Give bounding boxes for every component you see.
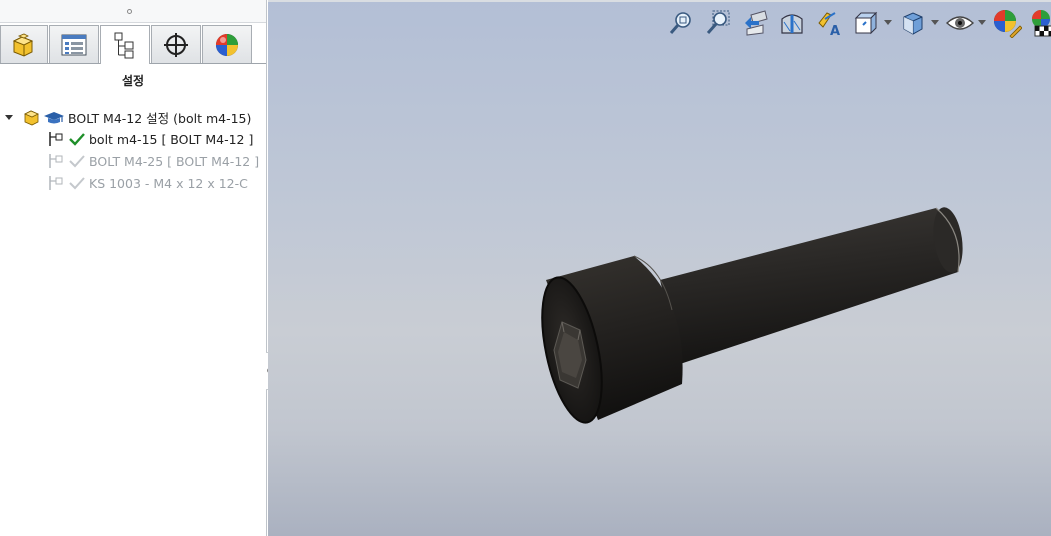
panel-title: 설정: [121, 74, 145, 88]
configuration-icon: [47, 175, 65, 191]
inactive-check-icon: [69, 154, 85, 168]
tree-item-label: bolt m4-15 [ BOLT M4-12 ]: [89, 131, 254, 147]
zoom-fit-icon: [669, 12, 691, 34]
tab-dimxpert-manager[interactable]: [151, 25, 201, 63]
section-view-button[interactable]: [775, 6, 809, 40]
previous-view-button[interactable]: [738, 6, 772, 40]
chevron-down-icon: [978, 20, 986, 25]
collapse-arrow-icon[interactable]: [4, 112, 14, 122]
tree-item-label: KS 1003 - M4 x 12 x 12-C: [89, 175, 248, 191]
eye-icon: [945, 16, 975, 30]
part-icon: [12, 33, 34, 57]
apply-scene-button[interactable]: [1027, 6, 1051, 40]
zoom-area-icon: [706, 10, 730, 34]
annotation-view-icon: A: [818, 12, 840, 37]
dynamic-annotation-views-button[interactable]: A: [812, 6, 846, 40]
previous-view-icon: [745, 10, 768, 36]
active-check-icon: [69, 132, 85, 146]
zoom-to-area-button[interactable]: [701, 6, 735, 40]
tab-configuration-manager[interactable]: [100, 25, 150, 64]
crosshair-icon: [164, 32, 188, 57]
part-config-icon: [22, 108, 64, 126]
scene-icon: [1032, 10, 1051, 37]
tree-item-bolt-m4-25[interactable]: BOLT M4-25 [ BOLT M4-12 ]: [47, 151, 259, 171]
zoom-to-fit-button[interactable]: [664, 6, 698, 40]
manager-tabs: [0, 25, 266, 64]
tab-display-manager[interactable]: [202, 25, 252, 63]
tree-root-label: BOLT M4-12 설정 (bolt m4-15): [68, 110, 252, 126]
bolt-model[interactable]: [268, 0, 1051, 536]
inactive-check-icon: [69, 176, 85, 190]
hide-show-items-button[interactable]: [943, 6, 977, 40]
configuration-tree-icon: [114, 32, 134, 59]
view-orientation-button[interactable]: [849, 6, 883, 40]
heads-up-view-toolbar: A: [661, 6, 1051, 40]
configuration-icon: [47, 153, 65, 169]
view-orientation-icon: [854, 11, 878, 35]
display-style-button[interactable]: [896, 6, 930, 40]
edit-appearance-icon: [994, 10, 1022, 38]
tree-item-label: BOLT M4-25 [ BOLT M4-12 ]: [89, 153, 260, 169]
display-style-dropdown[interactable]: [930, 6, 940, 40]
graphics-viewport[interactable]: [268, 0, 1051, 536]
edit-appearance-button[interactable]: [990, 6, 1024, 40]
tree-item-ks-1003[interactable]: KS 1003 - M4 x 12 x 12-C: [47, 173, 248, 193]
tree-root[interactable]: BOLT M4-12 설정 (bolt m4-15): [22, 107, 251, 127]
panel-grip[interactable]: [0, 0, 266, 23]
display-style-icon: [903, 12, 923, 35]
section-view-icon: [781, 14, 803, 34]
tab-feature-manager[interactable]: [0, 25, 48, 63]
viewport-top-border: [268, 0, 1051, 2]
view-orientation-dropdown[interactable]: [883, 6, 893, 40]
configuration-icon: [47, 131, 65, 147]
hide-show-items-dropdown[interactable]: [977, 6, 987, 40]
property-list-icon: [61, 34, 87, 55]
tree-item-bolt-m4-15[interactable]: bolt m4-15 [ BOLT M4-12 ]: [47, 129, 253, 149]
tab-property-manager[interactable]: [49, 25, 99, 63]
configuration-manager-panel: 설정 BOLT M4-12 설정 (bolt m4-15) bolt m4-15…: [0, 0, 267, 536]
appearance-sphere-icon: [216, 33, 238, 56]
chevron-down-icon: [884, 20, 892, 25]
svg-text:A: A: [830, 24, 840, 37]
chevron-down-icon: [931, 20, 939, 25]
